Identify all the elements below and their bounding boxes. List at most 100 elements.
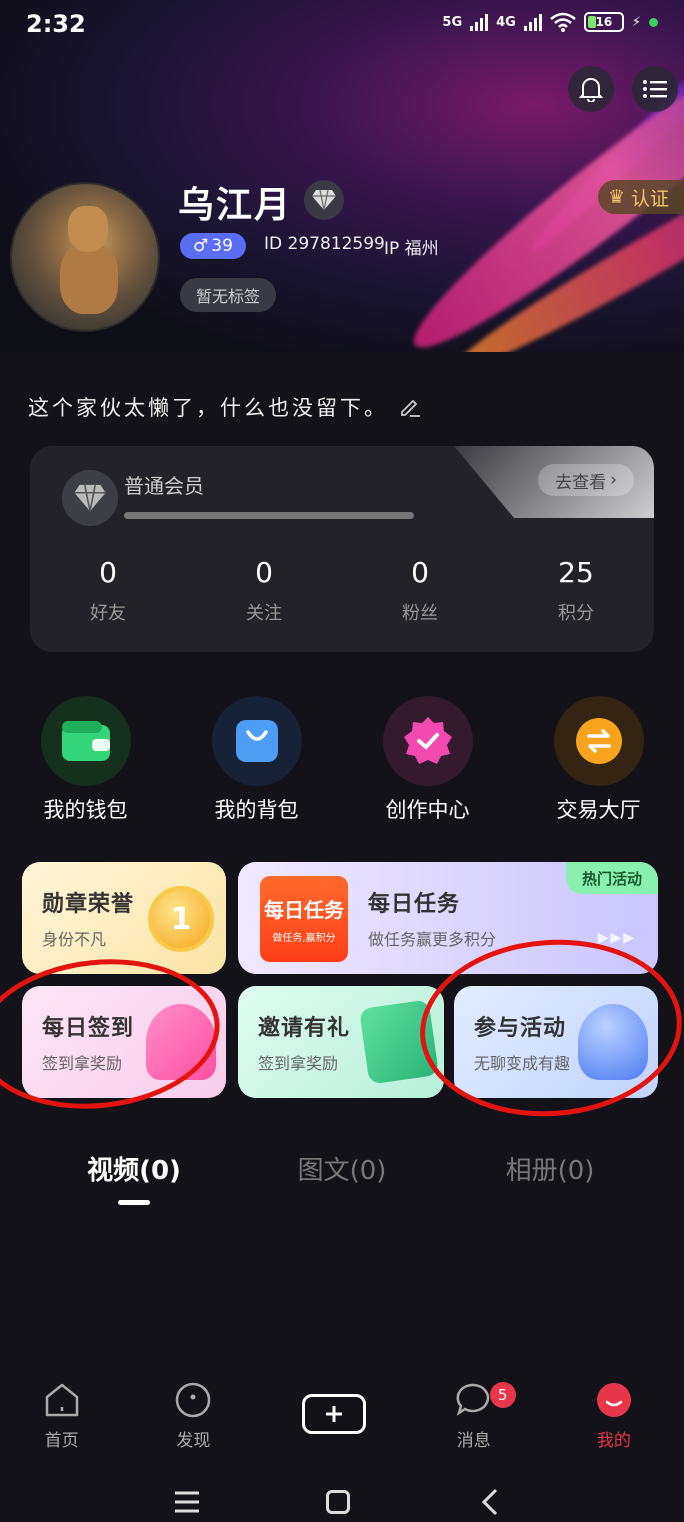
- stat-following[interactable]: 0 关注: [186, 556, 342, 625]
- edit-pencil-icon[interactable]: [398, 395, 422, 419]
- func-label: 创作中心: [385, 798, 470, 822]
- card-subtitle: 做任务赢更多积分: [368, 930, 497, 949]
- list-menu-icon: [643, 80, 667, 98]
- card-subtitle: 身份不凡: [42, 930, 107, 949]
- nav-me[interactable]: 我的: [544, 1380, 684, 1460]
- task-logo-title: 每日任务: [264, 898, 344, 922]
- notification-button[interactable]: [568, 66, 614, 112]
- stat-fans[interactable]: 0 粉丝: [342, 556, 498, 625]
- stats-row: 0 好友 0 关注 0 粉丝 25 积分: [30, 556, 654, 625]
- stat-value: 0: [99, 556, 117, 589]
- tag-chip[interactable]: 暂无标签: [180, 278, 276, 312]
- function-grid: 我的钱包 我的背包 创作中心 交易大厅: [0, 696, 684, 824]
- card-invite-gift[interactable]: 邀请有礼 签到拿奖励: [238, 986, 444, 1098]
- tab-indicator: [118, 1200, 150, 1205]
- nav-label: 消息: [456, 1431, 491, 1451]
- stat-label: 关注: [246, 603, 282, 624]
- signal-icon: [470, 13, 489, 31]
- stat-value: 0: [255, 556, 273, 589]
- avatar-dog-body: [60, 244, 118, 314]
- card-honor-medals[interactable]: 勋章荣誉 身份不凡 1: [22, 862, 226, 974]
- stat-label: 粉丝: [402, 603, 438, 624]
- avatar-dog-head: [68, 206, 108, 252]
- func-backpack[interactable]: 我的背包: [171, 696, 342, 824]
- card-title: 勋章荣誉: [42, 892, 135, 917]
- nav-discover[interactable]: 发现: [123, 1380, 263, 1460]
- nav-home[interactable]: 首页: [0, 1380, 123, 1460]
- badge-check-icon: [382, 696, 473, 786]
- exchange-icon: [553, 696, 644, 786]
- membership-view-button[interactable]: 去查看 ›: [538, 464, 634, 496]
- wifi-icon: [550, 12, 576, 32]
- nav-create[interactable]: [264, 1380, 404, 1460]
- nav-messages[interactable]: 5 消息: [404, 1380, 544, 1460]
- func-creator-center[interactable]: 创作中心: [342, 696, 513, 824]
- plus-icon: [301, 1394, 366, 1434]
- shopping-bag-icon: [211, 696, 302, 786]
- nav-label: 发现: [176, 1431, 211, 1451]
- stat-friends[interactable]: 0 好友: [30, 556, 186, 625]
- medal-icon: 1: [148, 886, 214, 952]
- signal-icon: [523, 13, 542, 31]
- tab-albums[interactable]: 相册(0): [446, 1150, 654, 1187]
- crown-icon: ♛: [608, 186, 626, 208]
- user-ip-location: IP 福州: [384, 239, 439, 259]
- membership-level: 普通会员: [124, 474, 204, 498]
- gender-age-badge: ♂ 39: [180, 233, 246, 259]
- chevrons-right-icon: ▶▶▶: [597, 930, 636, 946]
- chat-bubble-icon: [454, 1380, 494, 1420]
- stat-value: 0: [411, 556, 429, 589]
- stat-label: 好友: [90, 603, 126, 624]
- network-4g-label: 4G: [496, 14, 516, 30]
- bio-row[interactable]: 这个家伙太懒了，什么也没留下。: [28, 392, 422, 422]
- profile-face-icon: [594, 1380, 634, 1420]
- home-icon: [42, 1380, 82, 1420]
- func-label: 交易大厅: [556, 798, 641, 822]
- func-label: 我的背包: [214, 798, 299, 822]
- task-logo-sub: 做任务,赢积分: [272, 933, 336, 944]
- membership-card[interactable]: 普通会员 去查看 › 0 好友 0 关注 0 粉丝 25 积分: [30, 446, 654, 652]
- message-count-badge: 5: [489, 1382, 516, 1408]
- card-title: 每日任务: [368, 892, 461, 917]
- vip-badge[interactable]: [304, 180, 344, 220]
- certification-badge[interactable]: ♛ 认证: [598, 180, 684, 214]
- status-time: 2:32: [26, 10, 86, 38]
- age-value: 39: [211, 236, 233, 256]
- back-icon[interactable]: [480, 1488, 500, 1516]
- compass-icon: [173, 1380, 213, 1420]
- bottom-nav: 首页 发现 5 消息 我的: [0, 1380, 684, 1460]
- tab-videos[interactable]: 视频(0): [30, 1150, 238, 1187]
- stat-points[interactable]: 25 积分: [498, 556, 654, 625]
- status-bar: 2:32 5G 4G 16 ⚡: [0, 0, 684, 50]
- nav-label: 我的: [596, 1431, 631, 1451]
- stat-label: 积分: [558, 603, 594, 624]
- chevron-right-icon: ›: [610, 470, 617, 490]
- username: 乌江月: [178, 185, 293, 226]
- charging-icon: ⚡: [631, 14, 641, 30]
- stat-value: 25: [558, 556, 594, 589]
- tab-posts[interactable]: 图文(0): [238, 1150, 446, 1187]
- membership-diamond: [62, 470, 118, 526]
- membership-view-label: 去查看: [555, 472, 607, 493]
- content-tabs: 视频(0) 图文(0) 相册(0): [0, 1150, 684, 1187]
- system-nav-bar: [0, 1480, 684, 1522]
- diamond-icon: [312, 189, 336, 211]
- battery-level: 16: [595, 15, 613, 29]
- avatar[interactable]: [10, 182, 160, 332]
- hot-activity-tag: 热门活动: [566, 862, 658, 894]
- bio-text: 这个家伙太懒了，什么也没留下。: [28, 396, 388, 420]
- bell-icon: [579, 78, 603, 102]
- user-id: ID 297812599: [264, 234, 385, 254]
- network-5g-label: 5G: [442, 14, 463, 30]
- func-trade-hall[interactable]: 交易大厅: [513, 696, 684, 824]
- func-label: 我的钱包: [43, 798, 128, 822]
- nav-label: 首页: [44, 1431, 79, 1451]
- menu-button[interactable]: [632, 66, 678, 112]
- battery-icon: 16: [583, 12, 624, 32]
- privacy-dot-icon: [649, 17, 658, 27]
- recent-apps-icon[interactable]: [174, 1490, 200, 1514]
- func-wallet[interactable]: 我的钱包: [0, 696, 171, 824]
- diamond-icon: [74, 484, 106, 512]
- cert-label: 认证: [631, 187, 670, 210]
- home-square-icon[interactable]: [326, 1490, 350, 1514]
